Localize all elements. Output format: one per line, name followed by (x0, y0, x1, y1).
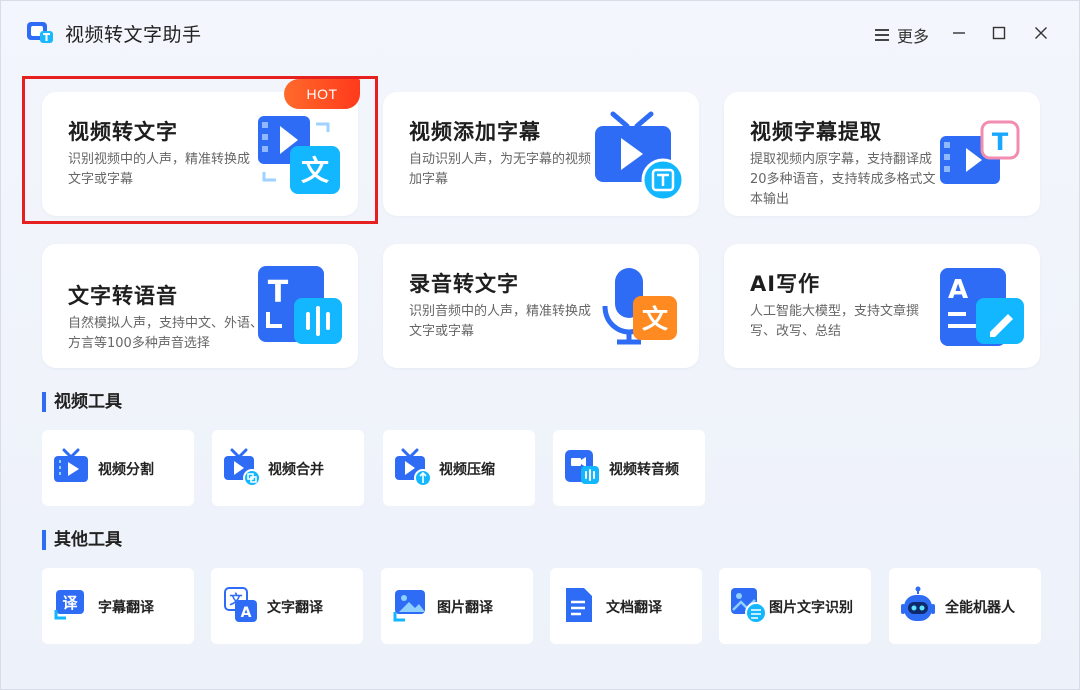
feature-card-subtitle-extract[interactable]: 视频字幕提取 提取视频内原字幕，支持翻译成20多种语音，支持转成多格式文本输出 … (724, 92, 1040, 216)
tool-video-merge[interactable]: 视频合并 (212, 430, 364, 506)
app-window: 视频转文字助手 更多 视频转文字 识别视频中的人声，精准转换成文字或字幕 文 视… (0, 0, 1080, 690)
card-title: 视频字幕提取 (750, 120, 882, 144)
more-menu-button[interactable]: 更多 (875, 23, 929, 47)
minimize-icon (953, 32, 965, 34)
maximize-icon (992, 26, 1006, 40)
hot-badge: HOT (284, 79, 360, 109)
tool-image-ocr[interactable]: 图片文字识别 (719, 568, 871, 644)
close-button[interactable] (1029, 21, 1053, 45)
video-split-icon (54, 448, 88, 482)
more-label: 更多 (897, 27, 930, 46)
feature-card-add-subtitle[interactable]: 视频添加字幕 自动识别人声，为无字幕的视频加字幕 (383, 92, 699, 216)
video-compress-icon (395, 448, 431, 486)
feature-card-text-to-speech[interactable]: 文字转语音 自然模拟人声，支持中文、外语、方言等100多种声音选择 T (42, 244, 358, 368)
card-desc: 提取视频内原字幕，支持翻译成20多种语音，支持转成多格式文本输出 (750, 152, 936, 207)
section-title-other-tools: 其他工具 (42, 530, 122, 550)
tool-text-translate[interactable]: 文 A 文字翻译 (211, 568, 363, 644)
section-title-video-tools: 视频工具 (42, 392, 122, 412)
tool-subtitle-translate[interactable]: 译 字幕翻译 (42, 568, 194, 644)
card-title: 录音转文字 (409, 272, 519, 296)
title-bar: 视频转文字助手 更多 (1, 1, 1080, 65)
svg-text:A: A (241, 605, 252, 621)
subtitle-extract-icon: T (940, 120, 1020, 184)
tool-robot[interactable]: 全能机器人 (889, 568, 1041, 644)
card-title: 视频添加字幕 (409, 120, 541, 144)
mic-to-text-icon: 文 (602, 268, 677, 345)
card-desc: 自动识别人声，为无字幕的视频加字幕 (409, 152, 592, 187)
tool-label: 视频分割 (98, 462, 154, 478)
tool-label: 全能机器人 (945, 600, 1015, 616)
video-to-audio-icon (565, 450, 599, 484)
svg-text:文: 文 (642, 304, 669, 335)
card-desc: 识别音频中的人声，精准转换成文字或字幕 (409, 304, 592, 339)
tv-subtitle-icon (595, 111, 685, 202)
card-title: 视频转文字 (68, 120, 178, 144)
tool-label: 视频压缩 (439, 462, 495, 478)
menu-icon (875, 29, 889, 41)
svg-text:T: T (992, 128, 1009, 156)
video-merge-icon (224, 448, 260, 486)
svg-text:译: 译 (62, 594, 78, 612)
video-to-text-icon: 文 (258, 116, 340, 194)
app-title: 视频转文字助手 (65, 24, 202, 46)
feature-card-ai-writing[interactable]: AI写作 人工智能大模型，支持文章撰写、改写、总结 A (724, 244, 1040, 368)
tool-video-to-audio[interactable]: 视频转音频 (553, 430, 705, 506)
tool-label: 文档翻译 (606, 600, 662, 616)
close-icon (1035, 27, 1047, 39)
svg-text:A: A (948, 275, 968, 305)
tool-document-translate[interactable]: 文档翻译 (550, 568, 702, 644)
text-to-speech-icon: T (258, 266, 342, 344)
tool-label: 字幕翻译 (98, 600, 154, 616)
tool-label: 视频合并 (268, 462, 324, 478)
maximize-button[interactable] (987, 21, 1011, 45)
subtitle-translate-icon: 译 (54, 590, 84, 620)
robot-icon (901, 586, 935, 621)
feature-card-video-to-text[interactable]: 视频转文字 识别视频中的人声，精准转换成文字或字幕 文 (42, 92, 358, 216)
ai-write-icon: A (940, 268, 1024, 346)
image-translate-icon (393, 590, 425, 622)
card-title: AI写作 (750, 272, 821, 296)
svg-text:T: T (268, 275, 289, 310)
tool-video-compress[interactable]: 视频压缩 (383, 430, 535, 506)
app-logo-icon (27, 22, 53, 43)
minimize-button[interactable] (947, 21, 971, 45)
card-title: 文字转语音 (68, 284, 178, 308)
text-translate-icon: 文 A (224, 587, 257, 622)
card-desc: 识别视频中的人声，精准转换成文字或字幕 (68, 152, 251, 187)
tool-label: 文字翻译 (267, 600, 323, 616)
image-ocr-icon (731, 588, 767, 624)
tool-label: 图片翻译 (437, 600, 493, 616)
tool-label: 图片文字识别 (769, 600, 853, 616)
document-translate-icon (566, 588, 592, 622)
card-desc: 人工智能大模型，支持文章撰写、改写、总结 (750, 304, 920, 339)
tool-label: 视频转音频 (609, 462, 679, 478)
card-desc: 自然模拟人声，支持中文、外语、方言等100多种声音选择 (68, 316, 264, 351)
svg-text:文: 文 (301, 154, 329, 187)
tool-image-translate[interactable]: 图片翻译 (381, 568, 533, 644)
tool-video-split[interactable]: 视频分割 (42, 430, 194, 506)
feature-card-audio-to-text[interactable]: 录音转文字 识别音频中的人声，精准转换成文字或字幕 文 (383, 244, 699, 368)
